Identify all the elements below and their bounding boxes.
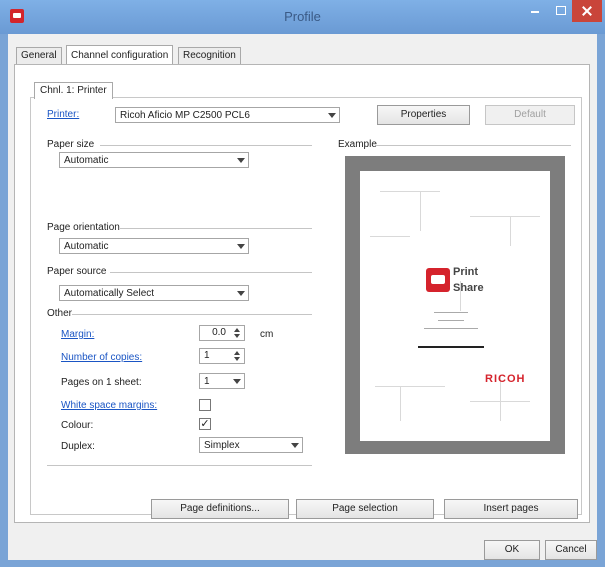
page-orientation-select[interactable]: Automatic	[59, 238, 249, 254]
properties-button[interactable]: Properties	[377, 105, 470, 125]
paper-source-value: Automatically Select	[64, 288, 155, 299]
title-bar[interactable]: Profile	[0, 0, 605, 34]
colour-checkbox[interactable]: ✓	[199, 418, 211, 430]
printer-select[interactable]: Ricoh Aficio MP C2500 PCL6	[115, 107, 340, 123]
spin-arrows-icon[interactable]	[232, 327, 243, 339]
preview-logo-share: Share	[453, 282, 484, 294]
preview-text-line	[424, 328, 478, 329]
preview-text-line	[438, 320, 464, 321]
page-selection-button[interactable]: Page selection	[296, 499, 434, 519]
copies-value: 1	[204, 350, 210, 361]
preview-deco-line	[380, 191, 440, 192]
copies-stepper[interactable]: 1	[199, 348, 245, 364]
minimize-button[interactable]	[522, 0, 548, 22]
duplex-label: Duplex:	[61, 441, 95, 452]
example-heading: Example	[338, 139, 377, 150]
window-title: Profile	[284, 9, 321, 24]
preview-deco-line	[370, 236, 410, 237]
chevron-down-icon	[237, 291, 245, 296]
printshare-logo-icon	[426, 268, 450, 292]
chevron-down-icon	[233, 379, 241, 384]
page-orientation-heading: Page orientation	[47, 222, 120, 233]
insert-pages-button[interactable]: Insert pages	[444, 499, 578, 519]
printer-label[interactable]: Printer:	[47, 109, 79, 120]
chevron-down-icon	[328, 113, 336, 118]
page-definitions-label: Page definitions...	[180, 503, 260, 514]
preview-text-line	[434, 312, 468, 313]
spin-arrows-icon[interactable]	[232, 350, 243, 362]
white-space-margins-checkbox[interactable]	[199, 399, 211, 411]
margin-unit: cm	[260, 329, 274, 340]
margin-value: 0.0	[212, 327, 226, 338]
preview-deco-line	[375, 386, 445, 387]
page-selection-label: Page selection	[332, 503, 398, 514]
example-preview-page	[360, 171, 550, 441]
tab-channel-1-printer[interactable]: Chnl. 1: Printer	[34, 82, 113, 99]
preview-deco-line	[470, 216, 540, 217]
colour-label: Colour:	[61, 420, 94, 431]
chevron-down-icon	[237, 244, 245, 249]
profile-window: Profile General Channel configuration Re…	[0, 0, 605, 567]
paper-size-value: Automatic	[64, 155, 109, 166]
other-heading: Other	[47, 308, 73, 319]
page-definitions-button[interactable]: Page definitions...	[151, 499, 289, 519]
margin-stepper[interactable]: 0.0	[199, 325, 245, 341]
ok-button[interactable]: OK	[484, 540, 540, 560]
preview-deco-line	[420, 191, 421, 231]
pages-on-sheet-select[interactable]: 1	[199, 373, 245, 389]
insert-pages-label: Insert pages	[483, 503, 539, 514]
chevron-down-icon	[237, 158, 245, 163]
close-button[interactable]	[572, 0, 602, 22]
pages-on-sheet-label: Pages on 1 sheet:	[61, 377, 142, 388]
default-button[interactable]: Default	[485, 105, 575, 125]
paper-source-select[interactable]: Automatically Select	[59, 285, 249, 301]
paper-size-divider	[100, 145, 312, 146]
duplex-value: Simplex	[204, 440, 240, 451]
page-orientation-divider	[120, 228, 312, 229]
default-button-label: Default	[514, 109, 546, 120]
tab-general[interactable]: General	[16, 47, 62, 64]
paper-source-heading: Paper source	[47, 266, 107, 277]
tab-channel-configuration[interactable]: Channel configuration	[66, 45, 174, 64]
preview-deco-line	[400, 386, 401, 421]
pages-on-sheet-value: 1	[204, 376, 210, 387]
preview-text-line	[418, 346, 484, 348]
duplex-select[interactable]: Simplex	[199, 437, 303, 453]
paper-size-select[interactable]: Automatic	[59, 152, 249, 168]
printer-select-value: Ricoh Aficio MP C2500 PCL6	[120, 110, 250, 121]
margin-label[interactable]: Margin:	[61, 329, 94, 340]
ok-button-label: OK	[504, 544, 520, 555]
other-divider	[72, 314, 312, 315]
properties-button-label: Properties	[400, 109, 447, 120]
white-space-margins-label[interactable]: White space margins:	[61, 400, 157, 411]
preview-logo-print: Print	[453, 266, 479, 278]
paper-size-heading: Paper size	[47, 139, 95, 150]
preview-deco-line	[510, 216, 511, 246]
cancel-button[interactable]: Cancel	[545, 540, 597, 560]
cancel-button-label: Cancel	[555, 544, 587, 555]
preview-ricoh-logo: RICOH	[485, 373, 526, 385]
page-orientation-value: Automatic	[64, 241, 109, 252]
number-of-copies-label[interactable]: Number of copies:	[61, 352, 142, 363]
other-group-bottom-divider	[47, 465, 312, 466]
tab-recognition[interactable]: Recognition	[178, 47, 241, 64]
example-divider	[376, 145, 571, 146]
chevron-down-icon	[291, 443, 299, 448]
paper-source-divider	[110, 272, 312, 273]
maximize-button[interactable]	[548, 0, 574, 22]
